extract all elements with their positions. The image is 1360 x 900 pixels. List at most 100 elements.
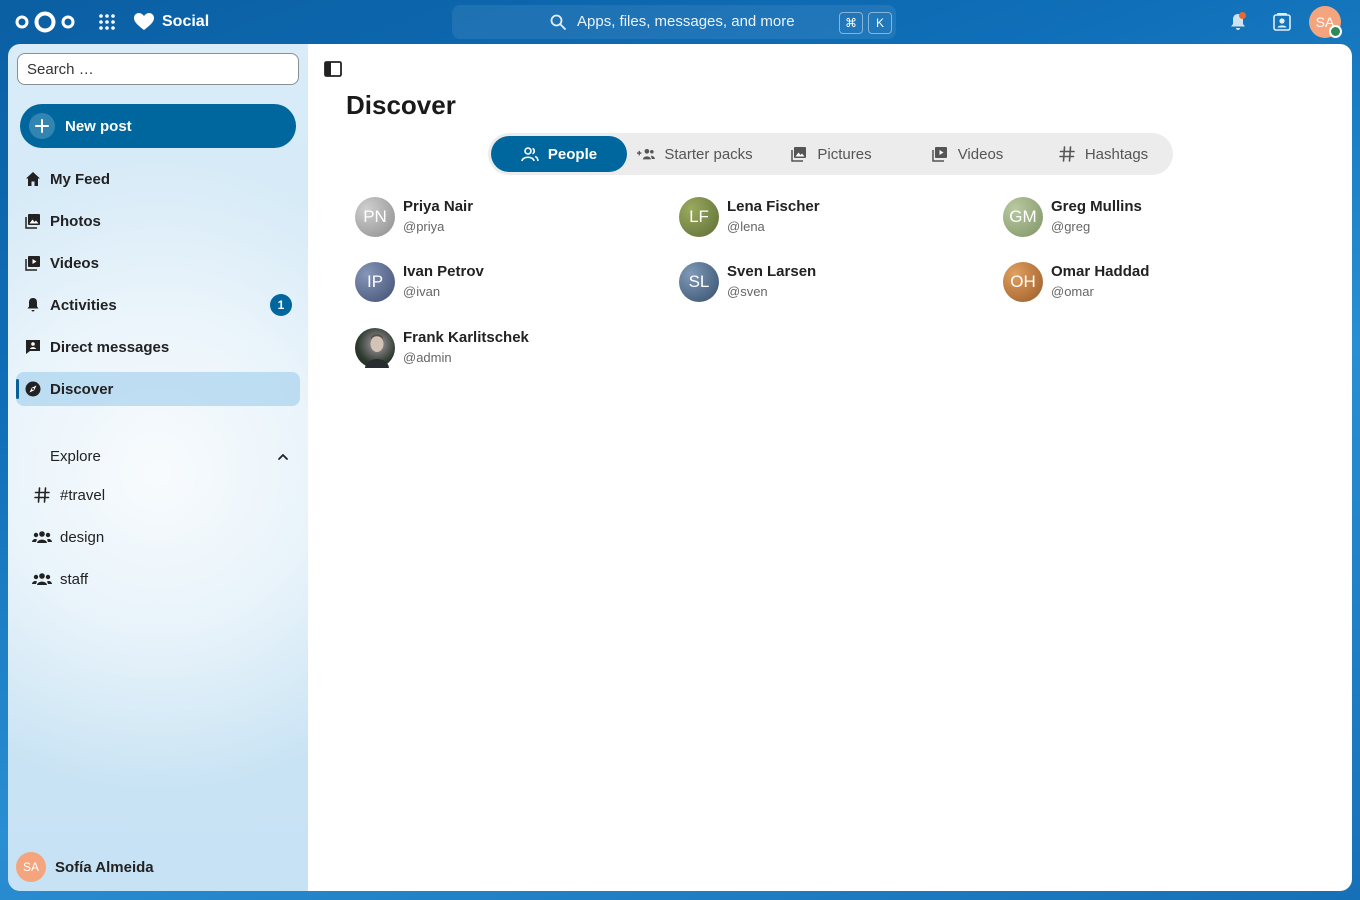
nav-label: Activities [50,296,117,314]
person-photo-avatar [355,328,395,368]
app-navigation: New post My Feed Photos Videos Activitie… [8,44,308,891]
page-title: Discover [346,90,456,120]
explore-label: design [60,528,105,546]
tab-hashtags[interactable]: Hashtags [1035,136,1171,172]
shortcut-cmd: ⌘ [839,12,863,34]
explore-item-travel[interactable]: #travel [26,478,296,512]
new-post-button[interactable]: New post [20,104,296,148]
nav-activities[interactable]: Activities 1 [16,288,300,322]
bell-icon [24,296,42,314]
nav-direct-messages[interactable]: Direct messages [16,330,300,364]
nav-my-feed[interactable]: My Feed [16,162,300,196]
person-name: Sven Larsen [727,263,817,280]
plus-icon [29,113,55,139]
explore-section-title: Explore [50,448,101,465]
portrait-photo [365,334,389,368]
nav-label: Photos [50,212,101,230]
add-group-icon [637,146,656,162]
person-name: Omar Haddad [1051,263,1150,280]
person-handle: @omar [1051,284,1094,299]
person-card[interactable]: PN Priya Nair @priya [355,195,655,239]
current-user[interactable]: SA Sofía Almeida [16,852,154,882]
nav-photos[interactable]: Photos [16,204,300,238]
nav-label: My Feed [50,170,111,188]
tab-people[interactable]: People [491,136,627,172]
app-menu-icon[interactable] [98,13,116,31]
person-info: Frank Karlitschek @admin [403,328,529,368]
person-name: Greg Mullins [1051,198,1142,215]
person-info: Priya Nair @priya [403,197,473,237]
person-name: Priya Nair [403,198,474,215]
person-avatar: LF [679,197,719,237]
person-card[interactable]: GM Greg Mullins @greg [1003,195,1303,239]
nav-label: Direct messages [50,338,170,356]
user-avatar: SA [16,852,46,882]
compass-icon [24,380,42,398]
person-handle: @greg [1051,219,1091,234]
sidebar-search-input[interactable] [17,53,299,85]
person-handle: @ivan [403,284,441,299]
person-handle: @priya [403,219,445,234]
explore-label: #travel [60,486,106,504]
tab-videos[interactable]: Videos [899,136,1035,172]
person-card[interactable]: IP Ivan Petrov @ivan [355,260,655,304]
search-placeholder: Apps, files, messages, and more [577,13,795,30]
explore-item-staff[interactable]: staff [26,562,296,596]
explore-label: staff [60,570,89,588]
top-bar: Social Apps, files, messages, and more ⌘… [0,0,1360,44]
person-avatar: GM [1003,197,1043,237]
group-icon [32,570,52,588]
tab-label: Videos [957,145,1004,163]
person-name: Ivan Petrov [403,263,484,280]
tab-label: Hashtags [1084,145,1149,163]
discover-tabs: People Starter packs Pictures Videos Has [488,133,1173,175]
tab-label: People [547,145,598,163]
heart-icon [134,13,154,30]
unified-search[interactable]: Apps, files, messages, and more ⌘ K [452,5,896,39]
person-info: Lena Fischer @lena [727,197,820,237]
nav-label: Videos [50,254,99,272]
activities-count-badge: 1 [270,294,292,316]
message-icon [24,338,42,356]
person-name: Frank Karlitschek [403,329,529,346]
people-icon [521,146,539,162]
tab-label: Pictures [817,145,872,163]
user-name: Sofía Almeida [55,858,154,876]
hashtag-icon [1058,146,1076,162]
chevron-up-icon[interactable] [276,450,290,464]
hashtag-icon [32,486,52,504]
person-avatar: PN [355,197,395,237]
contacts-icon[interactable] [1272,12,1292,32]
explore-item-design[interactable]: design [26,520,296,554]
notification-dot [1239,12,1246,19]
tab-starter-packs[interactable]: Starter packs [627,136,763,172]
person-card[interactable]: OH Omar Haddad @omar [1003,260,1303,304]
nav-videos[interactable]: Videos [16,246,300,280]
image-icon [790,146,808,162]
video-icon [931,146,949,162]
person-avatar: IP [355,262,395,302]
toggle-sidebar-icon[interactable] [324,61,342,77]
group-icon [32,528,52,546]
video-icon [24,254,42,272]
person-avatar: OH [1003,262,1043,302]
app-name: Social [162,13,210,30]
person-info: Omar Haddad @omar [1051,262,1149,302]
current-app[interactable]: Social [134,11,209,33]
person-card[interactable]: Frank Karlitschek @admin [355,326,655,370]
nav-discover[interactable]: Discover [16,372,300,406]
person-info: Sven Larsen @sven [727,262,816,302]
home-icon [24,170,42,188]
person-card[interactable]: LF Lena Fischer @lena [679,195,979,239]
tab-pictures[interactable]: Pictures [763,136,899,172]
person-name: Lena Fischer [727,198,820,215]
person-handle: @admin [403,350,452,365]
person-info: Greg Mullins @greg [1051,197,1142,237]
app-content: Discover People Starter packs Pictures V… [308,44,1352,891]
shortcut-key: K [868,12,892,34]
person-card[interactable]: SL Sven Larsen @sven [679,260,979,304]
new-post-label: New post [65,117,132,135]
nextcloud-logo[interactable] [14,10,76,34]
person-handle: @lena [727,219,765,234]
person-handle: @sven [727,284,768,299]
